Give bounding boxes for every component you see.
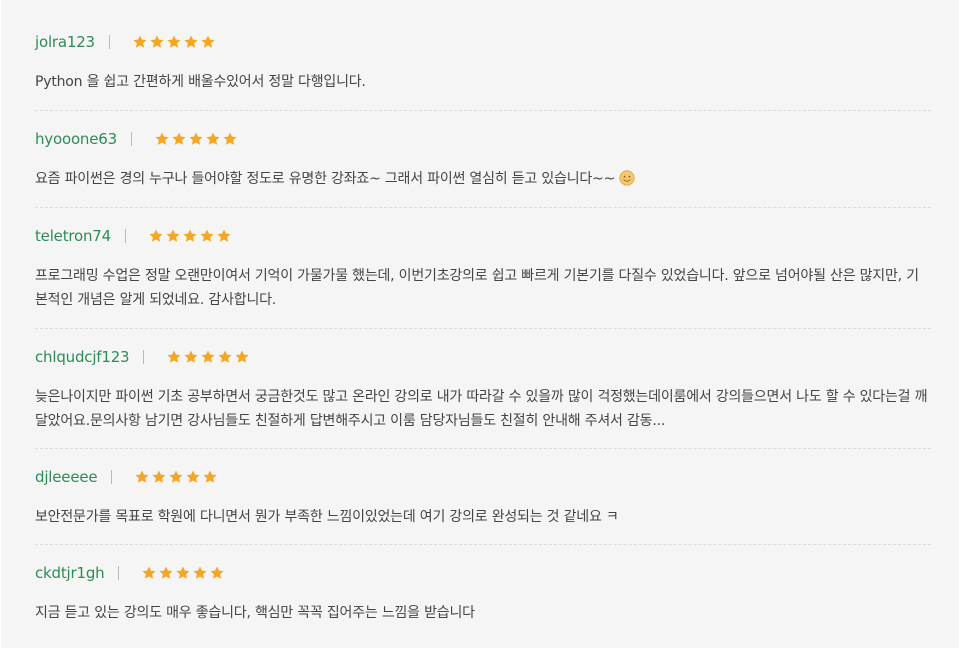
divider: [108, 35, 110, 49]
star-icon: [176, 566, 190, 579]
star-icon: [184, 350, 198, 363]
star-icon: [235, 350, 249, 363]
star-icon: [167, 35, 181, 48]
review-header: hyooone63: [35, 128, 238, 150]
star-icon: [152, 470, 166, 483]
review-header: djleeeee: [35, 466, 218, 488]
divider: [125, 229, 126, 243]
divider: [143, 350, 145, 364]
star-icon: [159, 566, 173, 579]
review-username: djleeeee: [35, 468, 98, 486]
star-icon: [183, 229, 197, 242]
star-icon: [150, 35, 164, 48]
star-icon: [206, 132, 220, 145]
star-icon: [169, 470, 183, 483]
star-rating: [148, 228, 232, 244]
star-rating: [154, 131, 238, 147]
star-icon: [135, 470, 149, 483]
star-icon: [201, 35, 215, 48]
review-username: jolra123: [35, 33, 95, 51]
star-rating: [166, 349, 250, 365]
star-icon: [149, 229, 163, 242]
review-username: chlqudcjf123: [35, 348, 130, 366]
divider: [118, 566, 120, 580]
star-icon: [223, 132, 237, 145]
star-icon: [189, 132, 203, 145]
star-icon: [142, 566, 156, 579]
star-icon: [172, 132, 186, 145]
star-icon: [155, 132, 169, 145]
review-comment: 늦은나이지만 파이썬 기초 공부하면서 궁금한것도 많고 온라인 강의로 내가 …: [35, 389, 928, 429]
star-icon: [200, 229, 214, 242]
review-comment: 프로그래밍 수업은 정말 오랜만이여서 기억이 가물가물 했는데, 이번기초강의…: [35, 268, 919, 308]
review-comment: 지금 듣고 있는 강의도 매우 좋습니다, 핵심만 꼭꼭 집어주는 느낌을 받습…: [35, 605, 475, 621]
review-item: ckdtjr1gh 지금 듣고 있는 강의도 매우 좋습니다, 핵심만 꼭꼭 집…: [35, 545, 931, 641]
review-username: hyooone63: [35, 130, 117, 148]
star-icon: [193, 566, 207, 579]
star-icon: [203, 470, 217, 483]
reviews-panel: jolra123 Python 을 쉽고 간편하게 배울수있어서 정말 다행입니…: [1, 0, 959, 648]
review-list: jolra123 Python 을 쉽고 간편하게 배울수있어서 정말 다행입니…: [35, 14, 931, 641]
divider: [111, 470, 113, 484]
review-header: jolra123: [35, 31, 216, 53]
review-header: chlqudcjf123: [35, 346, 250, 368]
divider: [130, 132, 132, 146]
review-comment: Python 을 쉽고 간편하게 배울수있어서 정말 다행입니다.: [35, 74, 366, 90]
review-username: ckdtjr1gh: [35, 564, 105, 582]
review-header: teletron74: [35, 225, 232, 247]
review-comment: 보안전문가를 목표로 학원에 다니면서 뭔가 부족한 느낌이있었는데 여기 강의…: [35, 509, 619, 525]
star-icon: [218, 350, 232, 363]
star-icon: [133, 35, 147, 48]
star-rating: [132, 34, 216, 50]
star-icon: [186, 470, 200, 483]
star-rating: [134, 469, 218, 485]
smiling-face-emoji-icon: [619, 170, 635, 186]
star-icon: [201, 350, 215, 363]
review-item: chlqudcjf123 늦은나이지만 파이썬 기초 공부하면서 궁금한것도 많…: [35, 329, 931, 449]
star-icon: [210, 566, 224, 579]
review-item: jolra123 Python 을 쉽고 간편하게 배울수있어서 정말 다행입니…: [35, 14, 931, 111]
review-username: teletron74: [35, 227, 111, 245]
star-icon: [217, 229, 231, 242]
star-rating: [141, 565, 225, 581]
review-comment: 요즘 파이썬은 경의 누구나 들어야할 정도로 유명한 강좌죠~ 그래서 파이썬…: [35, 171, 616, 187]
star-icon: [184, 35, 198, 48]
review-item: hyooone63 요즘 파이썬은 경의 누구나 들어야할 정도로 유명한 강좌…: [35, 111, 931, 208]
review-comment-wrap: 요즘 파이썬은 경의 누구나 들어야할 정도로 유명한 강좌죠~ 그래서 파이썬…: [35, 167, 931, 191]
review-header: ckdtjr1gh: [35, 562, 225, 584]
star-icon: [166, 229, 180, 242]
star-icon: [167, 350, 181, 363]
review-item: teletron74 프로그래밍 수업은 정말 오랜만이여서 기억이 가물가물 …: [35, 208, 931, 329]
review-item: djleeeee 보안전문가를 목표로 학원에 다니면서 뭔가 부족한 느낌이있…: [35, 449, 931, 545]
